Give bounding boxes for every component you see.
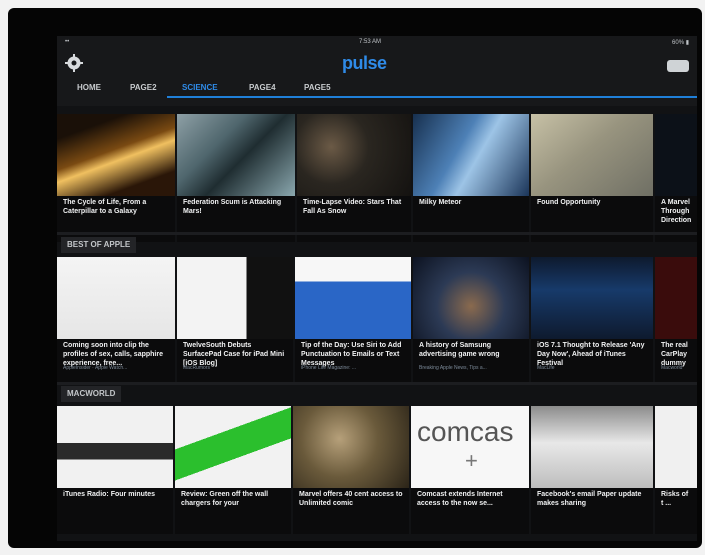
story-thumbnail [295,257,411,339]
story-title: The real CarPlay dummy [661,342,688,367]
plus-icon: + [465,448,478,473]
story-title: Tip of the Day: Use Siri to Add Punctuat… [301,342,402,367]
tab-active-indicator [167,96,697,98]
story-title: Marvel offers 40 cent access to Unlimite… [299,491,403,507]
story-title: Time-Lapse Video: Stars That Fall As Sno… [303,199,402,215]
app-logo: pulse [342,53,387,73]
story-thumbnail [177,114,295,196]
story-source: MacLife [537,365,555,371]
story-title: The Cycle of Life, From a Caterpillar to… [63,199,147,215]
story-title: Risks of t ... [661,491,689,507]
story-thumbnail [531,406,653,488]
story-card[interactable]: A Marvel Through Direction [655,114,697,242]
tab-science[interactable]: SCIENCE [182,83,218,92]
story-thumbnail [655,406,697,488]
tab-page2[interactable]: PAGE2 [130,83,157,92]
story-card[interactable]: Coming soon into clip the profiles of se… [57,257,175,385]
story-card[interactable]: The real CarPlay dummy Macworld [655,257,697,385]
story-card[interactable]: iTunes Radio: Four minutes [57,406,173,534]
story-title: iTunes Radio: Four minutes [63,491,156,498]
story-title: Milky Meteor [419,199,462,206]
story-source: iPhone Life Magazine: ... [301,365,357,371]
story-thumbnail [57,406,173,488]
story-thumbnail [531,257,653,339]
story-title: Coming soon into clip the profiles of se… [63,342,163,367]
story-thumbnail [57,114,175,196]
card-row: The Cycle of Life, From a Caterpillar to… [57,114,697,242]
story-card[interactable]: Marvel offers 40 cent access to Unlimite… [293,406,409,534]
story-card[interactable]: Risks of t ... [655,406,697,534]
story-card[interactable]: Review: Green off the wall chargers for … [175,406,291,534]
story-title: A history of Samsung advertising game wr… [419,342,500,358]
story-title: Found Opportunity [537,199,601,206]
story-card[interactable]: The Cycle of Life, From a Caterpillar to… [57,114,175,242]
story-thumbnail [413,257,529,339]
story-source: Macworld [661,365,683,371]
story-source: Breaking Apple News, Tips a... [419,365,487,371]
story-card[interactable]: TwelveSouth Debuts SurfacePad Case for i… [177,257,293,385]
story-thumbnail [655,257,697,339]
status-time: 7:53 AM [359,39,382,45]
section-label[interactable]: BEST OF APPLE [61,237,137,253]
story-title: iOS 7.1 Thought to Release 'Any Day Now'… [537,342,645,367]
story-thumbnail [175,406,291,488]
story-card[interactable]: iOS 7.1 Thought to Release 'Any Day Now'… [531,257,653,385]
tab-page5[interactable]: PAGE5 [304,83,331,92]
story-title: Comcast extends Internet access to the n… [417,491,503,507]
story-title: TwelveSouth Debuts SurfacePad Case for i… [183,342,285,367]
story-title: Facebook's email Paper update makes shar… [537,491,642,507]
story-card[interactable]: Found Opportunity [531,114,653,242]
story-thumbnail [297,114,411,196]
story-thumbnail [413,114,529,196]
gear-icon[interactable] [65,54,83,72]
story-source: MacRumors [183,365,210,371]
status-battery: 60% ▮ [672,40,689,46]
top-bar: •• 7:53 AM 60% ▮ pulse HOME PAGE2 SCIENC… [57,36,697,106]
story-card[interactable]: Facebook's email Paper update makes shar… [531,406,653,534]
story-title: A Marvel Through Direction [661,199,692,224]
tab-page4[interactable]: PAGE4 [249,83,276,92]
app-screen: •• 7:53 AM 60% ▮ pulse HOME PAGE2 SCIENC… [57,36,697,541]
story-card[interactable]: A history of Samsung advertising game wr… [413,257,529,385]
story-title: Federation Scum is Attacking Mars! [183,199,282,215]
card-row: iTunes Radio: Four minutes Review: Green… [57,406,697,534]
story-thumbnail [57,257,175,339]
story-card[interactable]: Time-Lapse Video: Stars That Fall As Sno… [297,114,411,242]
comcast-wordmark: comcas [417,416,514,447]
section-label[interactable]: MACWORLD [61,386,122,402]
story-thumbnail [531,114,653,196]
story-card[interactable]: Federation Scum is Attacking Mars! [177,114,295,242]
story-source: AppleInsider · Apple Watch... [63,365,128,371]
story-thumbnail [655,114,697,196]
section-divider [57,232,697,235]
section-divider [57,382,697,385]
story-card[interactable]: comcas + Comcast extends Internet access… [411,406,529,534]
story-card[interactable]: Milky Meteor [413,114,529,242]
story-card[interactable]: Tip of the Day: Use Siri to Add Punctuat… [295,257,411,385]
status-signal: •• [65,39,70,45]
pulse-account-icon[interactable] [667,60,689,72]
card-row: Coming soon into clip the profiles of se… [57,257,697,385]
story-thumbnail [177,257,293,339]
story-thumbnail: comcas + [411,406,529,488]
story-title: Review: Green off the wall chargers for … [181,491,269,507]
story-thumbnail [293,406,409,488]
tab-home[interactable]: HOME [77,83,101,92]
